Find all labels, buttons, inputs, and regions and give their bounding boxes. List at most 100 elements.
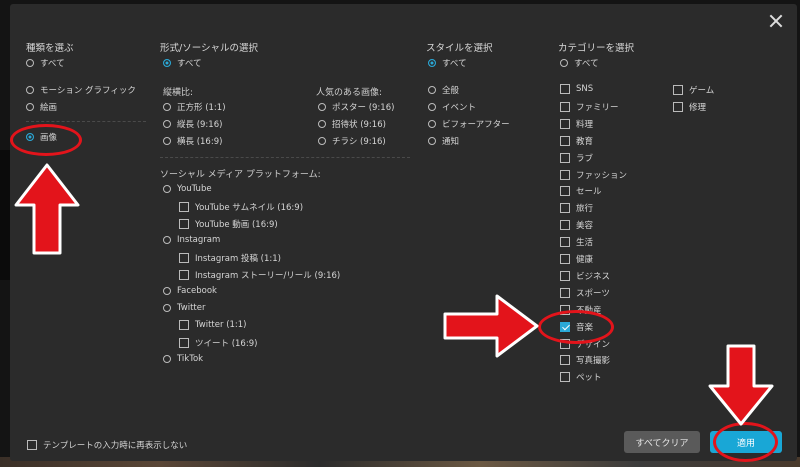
radio-icon (163, 137, 171, 145)
style-option-event[interactable]: イベント (428, 101, 476, 113)
popular-option-flyer[interactable]: チラシ (9:16) (318, 135, 386, 147)
style-option-notice[interactable]: 通知 (428, 135, 459, 147)
category-option[interactable]: ゲーム (673, 84, 714, 96)
type-header: 種類を選ぶ (26, 43, 74, 54)
checkbox-icon (673, 85, 683, 95)
radio-icon (163, 103, 171, 111)
type-all-radio[interactable]: すべて (26, 57, 65, 69)
checkbox-icon (560, 203, 570, 214)
type-option-image[interactable]: 画像 (26, 131, 57, 143)
style-all-radio[interactable]: すべて (428, 57, 467, 69)
checkbox-icon (560, 118, 570, 129)
radio-icon (318, 120, 326, 128)
checkbox-icon (560, 270, 570, 281)
type-option-motion-graphic[interactable]: モーション グラフィック (26, 84, 136, 96)
format-all-radio[interactable]: すべて (163, 57, 202, 69)
category-option[interactable]: 生活 (560, 236, 593, 248)
category-option[interactable]: 料理 (560, 118, 593, 130)
radio-icon (163, 185, 171, 193)
category-option[interactable]: デザイン (560, 338, 610, 350)
radio-icon (26, 59, 34, 67)
checkbox-icon (560, 237, 570, 248)
checkbox-icon (560, 186, 570, 197)
category-option[interactable]: ペット (560, 371, 602, 383)
clear-all-button[interactable]: すべてクリア (624, 431, 700, 453)
checkbox-icon (179, 219, 189, 229)
category-header: カテゴリーを選択 (558, 43, 635, 54)
checkbox-icon (179, 270, 189, 280)
checkbox-icon (179, 320, 189, 330)
radio-icon (428, 86, 436, 94)
platform-instagram[interactable]: Instagram (163, 235, 220, 245)
platform-youtube[interactable]: YouTube (163, 184, 212, 194)
radio-icon (560, 59, 568, 67)
aspect-option-square[interactable]: 正方形 (1:1) (163, 101, 226, 113)
radio-icon (26, 103, 34, 111)
radio-icon (163, 304, 171, 312)
radio-icon (318, 137, 326, 145)
platform-twitter-square[interactable]: Twitter (1:1) (179, 320, 247, 330)
checkbox-icon (179, 253, 189, 263)
radio-icon (428, 137, 436, 145)
radio-icon (428, 120, 436, 128)
checkbox-icon (179, 202, 189, 212)
category-option[interactable]: 修理 (673, 101, 706, 113)
style-option-general[interactable]: 全般 (428, 84, 459, 96)
category-option[interactable]: SNS (560, 84, 593, 94)
category-option[interactable]: 旅行 (560, 202, 593, 214)
category-option[interactable]: ラブ (560, 152, 593, 164)
popular-option-invitation[interactable]: 招待状 (9:16) (318, 118, 386, 130)
category-option[interactable]: 健康 (560, 253, 593, 265)
divider (160, 157, 410, 158)
radio-selected-icon (428, 59, 436, 67)
checkbox-icon (560, 169, 570, 180)
category-all-radio[interactable]: すべて (560, 57, 599, 69)
close-icon[interactable] (769, 14, 783, 28)
dont-show-again-checkbox[interactable]: テンプレートの入力時に再表示しない (27, 439, 187, 451)
platform-facebook[interactable]: Facebook (163, 286, 217, 296)
category-option[interactable]: 写真撮影 (560, 354, 610, 366)
category-option[interactable]: ビジネス (560, 270, 610, 282)
category-option[interactable]: 音楽 (560, 321, 593, 333)
filter-dialog: 種類を選ぶ すべて モーション グラフィック 絵画 画像 形式/ソーシャルの選択… (10, 4, 797, 461)
checkbox-icon (27, 440, 37, 450)
category-option[interactable]: 美容 (560, 219, 593, 231)
category-option[interactable]: ファッション (560, 169, 627, 181)
category-option[interactable]: 不動産 (560, 304, 602, 316)
platform-tiktok[interactable]: TikTok (163, 354, 203, 364)
style-option-before-after[interactable]: ビフォーアフター (428, 118, 510, 130)
checkbox-icon (560, 84, 570, 94)
social-media-header: ソーシャル メディア プラットフォーム: (160, 170, 321, 180)
checkbox-icon (560, 355, 570, 366)
category-option[interactable]: セール (560, 185, 602, 197)
category-option[interactable]: ファミリー (560, 101, 619, 113)
apply-button[interactable]: 適用 (710, 431, 782, 453)
category-option[interactable]: スポーツ (560, 287, 610, 299)
platform-twitter[interactable]: Twitter (163, 303, 206, 313)
checkbox-icon (673, 101, 683, 112)
radio-icon (428, 103, 436, 111)
platform-instagram-story[interactable]: Instagram ストーリー/リール (9:16) (179, 269, 340, 281)
divider (26, 121, 146, 122)
checkbox-icon (560, 372, 570, 383)
checkbox-icon (560, 152, 570, 163)
platform-youtube-video[interactable]: YouTube 動画 (16:9) (179, 218, 278, 230)
aspect-ratio-header: 縦横比: (163, 88, 194, 98)
checkbox-icon (179, 338, 189, 348)
aspect-option-portrait[interactable]: 縦長 (9:16) (163, 118, 222, 130)
platform-youtube-thumbnail[interactable]: YouTube サムネイル (16:9) (179, 201, 303, 213)
checkbox-icon (560, 338, 570, 349)
checkbox-icon (560, 220, 570, 231)
radio-icon (163, 236, 171, 244)
radio-icon (163, 287, 171, 295)
radio-icon (26, 86, 34, 94)
category-option[interactable]: 教育 (560, 135, 593, 147)
platform-tweet[interactable]: ツイート (16:9) (179, 337, 257, 349)
platform-instagram-post[interactable]: Instagram 投稿 (1:1) (179, 252, 281, 264)
popular-option-poster[interactable]: ポスター (9:16) (318, 101, 394, 113)
checkbox-icon (560, 254, 570, 264)
radio-icon (163, 355, 171, 363)
type-option-painting[interactable]: 絵画 (26, 101, 57, 113)
checkbox-icon (560, 304, 570, 315)
aspect-option-landscape[interactable]: 横長 (16:9) (163, 135, 222, 147)
